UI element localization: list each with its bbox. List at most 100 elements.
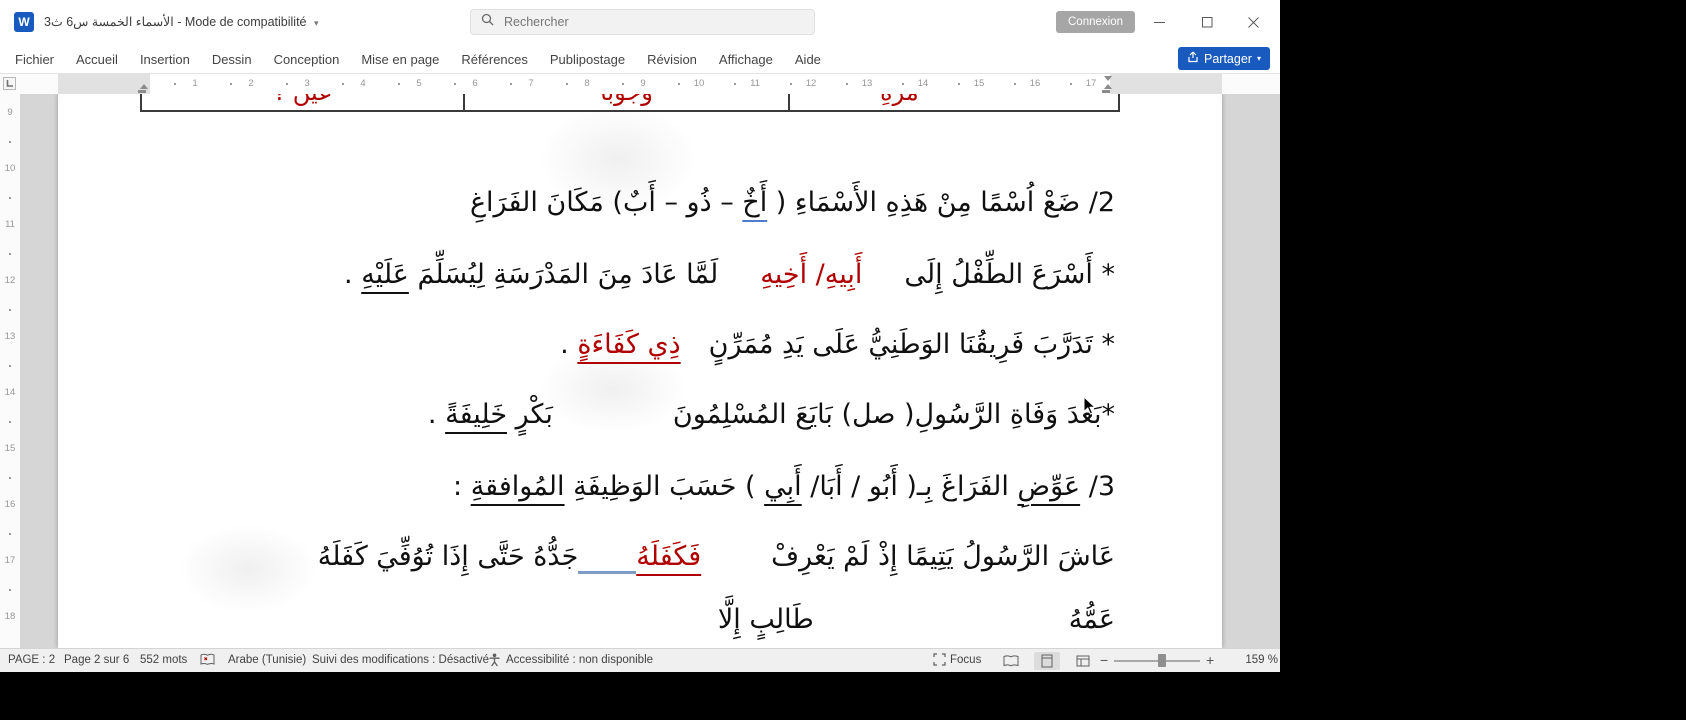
zoom-out-button[interactable]: − [1100, 649, 1108, 672]
window-title: الأسماء الخمسة س6 ث3 - Mode de compatibi… [44, 0, 319, 44]
left-indent-marker[interactable] [140, 84, 148, 89]
close-button[interactable] [1234, 0, 1272, 44]
web-layout-icon [1076, 655, 1090, 667]
search-box[interactable] [470, 9, 815, 35]
tab-references[interactable]: Références [450, 52, 538, 67]
web-layout-button[interactable] [1070, 652, 1096, 670]
word-count[interactable]: 552 mots [140, 649, 187, 672]
doc-line-verse-1[interactable]: عَاشَ الرَّسُولُ يَتِيمًا إِذْ لَمْ يَعْ… [318, 528, 1115, 586]
maximize-icon [1202, 17, 1213, 28]
chevron-down-icon[interactable]: ▾ [314, 18, 319, 28]
doc-line-item-2[interactable]: * تَدَرَّبَ فَرِيقُنَا الوَطَنِيُّ عَلَى… [560, 316, 1115, 374]
ribbon-tabs: Fichier Accueil Insertion Dessin Concept… [4, 44, 832, 74]
ruler-number: 3 [299, 74, 315, 94]
focus-toggle[interactable]: Focus [950, 649, 981, 672]
document-page[interactable]: عَيِّنْ ؟ وُجُوبًا مَرَّةِ 2/ ضَعْ اُسْم… [58, 94, 1222, 648]
right-indent-marker[interactable] [1104, 84, 1112, 89]
tab-accueil[interactable]: Accueil [65, 52, 129, 67]
tab-mise-en-page[interactable]: Mise en page [350, 52, 450, 67]
answer-blank-line [578, 571, 636, 574]
zoom-level[interactable]: 159 % [1232, 649, 1278, 672]
page-info[interactable]: Page 2 sur 6 [64, 649, 129, 672]
underlined-word: أَبِي [764, 471, 802, 502]
doc-line-exercise-3[interactable]: 3/ عَوِّضِ الفَرَاغَ بِـ( أَبُو / أَبَا/… [453, 458, 1115, 516]
accessibility-status[interactable]: Accessibilité : non disponible [506, 649, 653, 672]
search-icon [481, 13, 494, 31]
read-mode-button[interactable] [998, 652, 1024, 670]
print-layout-button[interactable] [1034, 652, 1060, 670]
text-segment: . [344, 259, 361, 290]
ruler-number: 18 [0, 610, 20, 624]
vertical-ruler[interactable]: 9 10 11 12 13 14 15 16 17 18 [0, 94, 20, 648]
title-bar: W الأسماء الخمسة س6 ث3 - Mode de compati… [0, 0, 1280, 44]
table-cell-text: عَيِّنْ ؟ [142, 94, 463, 106]
answer-red-underlined: فَكَفَلَهُ [636, 541, 701, 572]
proofing-status-icon[interactable] [200, 653, 215, 670]
search-input[interactable] [502, 14, 766, 30]
text-segment: *بَعْدَ وَفَاةِ الرَّسُولِ( صل) بَايَعَ … [673, 399, 1115, 430]
underlined-word: عَوِّضِ [1017, 471, 1080, 502]
page-number-label[interactable]: PAGE : 2 [8, 649, 55, 672]
text-segment: بَكْرٍ [507, 399, 553, 430]
document-viewport: 9 10 11 12 13 14 15 16 17 18 عَيِّن [0, 94, 1280, 648]
tab-fichier[interactable]: Fichier [4, 52, 65, 67]
text-segment: جَدُّهُ حَتَّى إِذَا تُوُفِّيَ كَفَلَهُ [318, 541, 579, 572]
doc-line-item-3[interactable]: *بَعْدَ وَفَاةِ الرَّسُولِ( صل) بَايَعَ … [428, 386, 1115, 444]
ruler-number: 7 [523, 74, 539, 94]
ribbon-tab-row: Fichier Accueil Insertion Dessin Concept… [0, 44, 1280, 74]
signin-button[interactable]: Connexion [1056, 11, 1135, 33]
horizontal-ruler[interactable]: 1 2 3 4 5 6 7 8 9 10 11 12 13 14 15 16 1… [0, 74, 1280, 94]
doc-line-item-1[interactable]: * أَسْرَعَ الطِّفْلُ إِلَىأَبِيهِ/ أَخِي… [344, 246, 1115, 304]
tab-stop-selector[interactable] [3, 77, 16, 90]
tab-affichage[interactable]: Affichage [708, 52, 784, 67]
text-segment: : [453, 471, 471, 502]
text-segment: الفَرَاغَ بِـ( أَبُو / أَبَا/ [802, 471, 1018, 502]
ruler-number: 2 [243, 74, 259, 94]
text-segment: عَمُّهُ [1069, 604, 1115, 635]
share-icon [1187, 51, 1199, 66]
zoom-slider[interactable] [1114, 660, 1200, 662]
tab-dessin[interactable]: Dessin [201, 52, 263, 67]
table-cell-text: وُجُوبًا [465, 94, 788, 106]
ruler-number: 9 [635, 74, 651, 94]
share-button[interactable]: Partager ▾ [1178, 47, 1270, 70]
table-cell: عَيِّنْ ؟ [140, 94, 465, 112]
ruler-number: 5 [411, 74, 427, 94]
minimize-button[interactable] [1140, 0, 1178, 44]
zoom-in-button[interactable]: + [1206, 649, 1214, 672]
text-segment: . [428, 399, 445, 430]
compatibility-mode-label: - Mode de compatibilité [177, 15, 306, 29]
maximize-button[interactable] [1188, 0, 1226, 44]
doc-line-verse-2[interactable]: عَمُّهُطَالِبٍ إِلَّا [718, 591, 1115, 648]
right-indent-marker-base[interactable] [1102, 90, 1110, 93]
underlined-word: خَلِيفَةً [445, 399, 507, 430]
ruler-number: 1 [187, 74, 203, 94]
focus-icon [933, 653, 946, 669]
first-line-indent-marker[interactable] [1104, 76, 1112, 81]
track-changes-status[interactable]: Suivi des modifications : Désactivé [312, 649, 489, 672]
ruler-number: 14 [915, 74, 931, 94]
tab-revision[interactable]: Révision [636, 52, 708, 67]
print-layout-icon [1041, 654, 1053, 668]
zoom-slider-thumb[interactable] [1158, 654, 1166, 667]
table-cell: مَرَّةِ [790, 94, 1120, 112]
close-icon [1248, 17, 1259, 28]
word-window: W الأسماء الخمسة س6 ث3 - Mode de compati… [0, 0, 1280, 672]
watermark-smudge [178, 524, 318, 614]
tab-insertion[interactable]: Insertion [129, 52, 201, 67]
ruler-number: 10 [691, 74, 707, 94]
language-status[interactable]: Arabe (Tunisie) [228, 649, 306, 672]
tab-conception[interactable]: Conception [263, 52, 351, 67]
left-indent-marker-base[interactable] [138, 90, 146, 93]
ruler-number: 16 [0, 498, 20, 512]
ruler-number: 17 [1083, 74, 1099, 94]
tab-publipostage[interactable]: Publipostage [539, 52, 636, 67]
text-segment: – ذُو – أَبٌ) مَكَانَ الفَرَاغِ [470, 187, 742, 218]
tab-aide[interactable]: Aide [784, 52, 832, 67]
doc-line-exercise-2[interactable]: 2/ ضَعْ اُسْمًا مِنْ هَذِهِ الأَسْمَاءِ … [470, 174, 1115, 232]
ruler-number: 13 [859, 74, 875, 94]
desktop-background: W الأسماء الخمسة س6 ث3 - Mode de compati… [0, 0, 1686, 720]
ruler-number: 8 [579, 74, 595, 94]
underlined-word: أَخٌ [742, 187, 767, 218]
read-mode-icon [1003, 655, 1019, 667]
